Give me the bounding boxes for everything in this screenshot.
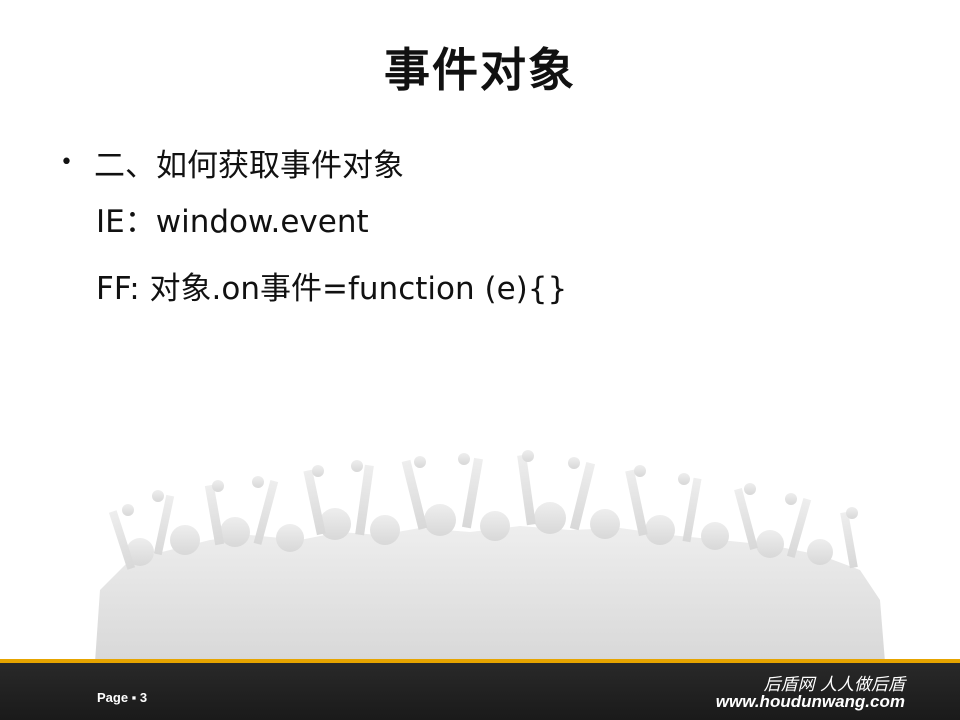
slide-title: 事件对象 xyxy=(384,43,576,97)
footer-accent-stripe xyxy=(0,659,960,663)
slide: 事件对象 • 二、如何获取事件对象 IE：window.event FF: 对象… xyxy=(0,0,960,720)
bullet-text: 二、如何获取事件对象 xyxy=(94,147,404,184)
page-number: Page ▪ 3 xyxy=(97,690,148,705)
slide-content: • 二、如何获取事件对象 IE：window.event FF: 对象.on事件… xyxy=(60,140,567,318)
bullet-item: • 二、如何获取事件对象 xyxy=(60,140,567,184)
ff-line: FF: 对象.on事件=function (e){} xyxy=(96,270,568,307)
ie-line: IE：window.event xyxy=(96,203,369,240)
crowd-silhouette-image xyxy=(0,440,960,662)
brand-url: www.houdunwang.com xyxy=(715,692,905,711)
bullet-marker: • xyxy=(60,149,73,175)
